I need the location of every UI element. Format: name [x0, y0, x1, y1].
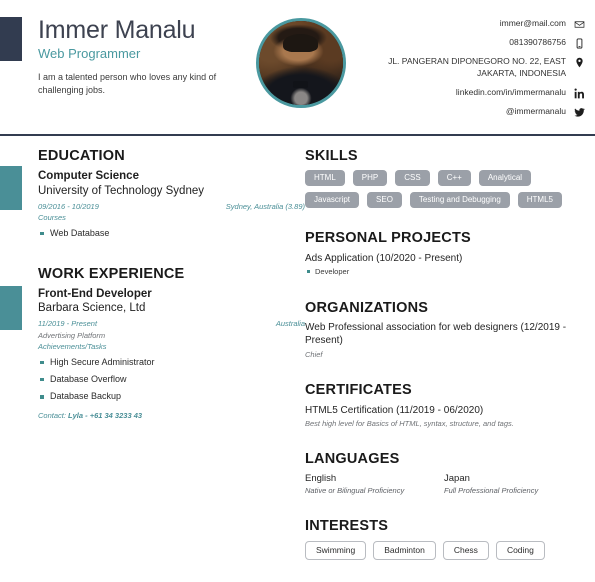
job-title: Web Programmer [38, 46, 141, 61]
section-personal-projects: PERSONAL PROJECTS Ads Application (10/20… [305, 230, 583, 277]
skill-chip: Analytical [478, 170, 532, 187]
contact-address-text: JL. PANGERAN DIPONEGORO NO. 22, EAST JAK… [388, 56, 566, 78]
resume-page: Immer Manalu Web Programmer I am a talen… [0, 0, 595, 582]
page-title: Immer Manalu [38, 16, 196, 44]
linkedin-icon[interactable] [574, 88, 585, 99]
contact-item-twitter[interactable]: @immermanalu [360, 106, 585, 118]
work-contact-value: Lyla - +61 34 3233 43 [68, 411, 143, 421]
work-company: Barbara Science, Ltd [38, 302, 146, 315]
work-achievements-label: Achievements/Tasks [38, 342, 107, 352]
language-name: Japan [444, 472, 470, 484]
list-item: Database Overflow [38, 371, 305, 388]
interest-chip: Swimming [305, 541, 367, 560]
education-degree: Computer Science [38, 170, 139, 183]
education-dates: 09/2016 - 10/2019 [38, 201, 99, 211]
education-accent-block [0, 166, 22, 210]
list-item: Database Backup [38, 388, 305, 405]
contact-twitter-text: @immermanalu [505, 105, 566, 116]
list-item: Developer [305, 266, 583, 277]
language-name: English [305, 472, 337, 484]
language-level: Native or Bilingual Proficiency [305, 485, 405, 495]
project-roles-list: Developer [305, 266, 583, 277]
section-organizations: ORGANIZATIONS Web Professional associati… [305, 300, 583, 361]
skills-chip-list: HTML PHP CSS C++ Analytical Javascript S… [305, 170, 583, 209]
certificate-description: Best high level for Basics of HTML, synt… [305, 419, 514, 429]
certificates-heading: CERTIFICATES [305, 382, 412, 399]
organization-role: Chief [305, 349, 323, 359]
left-column: EDUCATION Computer Science University of… [0, 148, 305, 574]
section-interests: INTERESTS Swimming Badminton Chess Codin… [305, 518, 583, 560]
contact-item-phone: 081390786756 [360, 37, 585, 49]
avatar [256, 18, 346, 108]
section-work-experience: WORK EXPERIENCE Front-End Developer Barb… [38, 266, 305, 420]
location-icon [574, 57, 585, 68]
contact-item-email: immer@mail.com [360, 18, 585, 30]
projects-heading: PERSONAL PROJECTS [305, 230, 471, 247]
contact-phone-text: 081390786756 [509, 37, 566, 47]
work-achievements-list: High Secure Administrator Database Overf… [38, 354, 305, 405]
organization-name: Web Professional association for web des… [305, 321, 567, 347]
work-accent-block [0, 286, 22, 330]
list-item: High Secure Administrator [38, 354, 305, 371]
section-skills: SKILLS HTML PHP CSS C++ Analytical Javas… [305, 148, 583, 209]
skill-chip: HTML5 [517, 192, 562, 209]
resume-body: EDUCATION Computer Science University of… [0, 136, 595, 574]
language-item: English Native or Bilingual Proficiency [305, 473, 444, 496]
header-identity: Immer Manalu Web Programmer I am a talen… [38, 16, 253, 97]
education-meta: 09/2016 - 10/2019 Sydney, Australia (3.8… [38, 201, 305, 212]
skill-chip: Testing and Debugging [409, 192, 510, 209]
list-item: Web Database [38, 225, 305, 242]
avatar-photo [259, 21, 343, 105]
contact-item-linkedin[interactable]: linkedin.com/in/immermanalu [360, 87, 585, 99]
interests-heading: INTERESTS [305, 518, 389, 535]
organizations-heading: ORGANIZATIONS [305, 299, 429, 316]
section-education: EDUCATION Computer Science University of… [38, 148, 305, 242]
right-column: SKILLS HTML PHP CSS C++ Analytical Javas… [305, 148, 595, 574]
skill-chip: PHP [352, 170, 388, 187]
section-certificates: CERTIFICATES HTML5 Certification (11/201… [305, 382, 583, 429]
avatar-bowtie [293, 81, 308, 89]
resume-header: Immer Manalu Web Programmer I am a talen… [0, 0, 595, 136]
languages-heading: LANGUAGES [305, 451, 400, 468]
skill-chip: C++ [437, 170, 471, 187]
education-location: Sydney, Australia (3.89) [225, 201, 305, 211]
work-position: Front-End Developer [38, 288, 152, 301]
certificate-name: HTML5 Certification (11/2019 - 06/2020) [305, 404, 484, 416]
education-heading: EDUCATION [38, 148, 125, 164]
skill-chip: Javascript [305, 192, 360, 209]
language-level: Full Professional Proficiency [444, 485, 539, 495]
contact-linkedin-text: linkedin.com/in/immermanalu [455, 86, 566, 97]
work-location: Australia [275, 319, 305, 329]
education-courses-list: Web Database [38, 225, 305, 242]
phone-icon [574, 38, 585, 49]
twitter-icon[interactable] [574, 107, 585, 118]
skill-chip: CSS [395, 170, 430, 187]
work-contact-label: Contact: [38, 411, 66, 421]
contact-email-text: immer@mail.com [499, 18, 566, 28]
mail-icon [574, 19, 585, 30]
project-name: Ads Application (10/2020 - Present) [305, 252, 463, 264]
work-dates: 11/2019 - Present [38, 319, 98, 329]
contact-list: immer@mail.com 081390786756 JL. PANGERAN… [360, 18, 585, 125]
work-meta: 11/2019 - Present Australia [38, 318, 305, 329]
avatar-face [285, 39, 315, 76]
skill-chip: HTML [305, 170, 345, 187]
interest-chip: Chess [442, 541, 489, 560]
interest-chip: Badminton [373, 541, 436, 560]
education-school: University of Technology Sydney [38, 184, 204, 197]
section-languages: LANGUAGES English Native or Bilingual Pr… [305, 451, 583, 496]
work-department: Advertising Platform [38, 330, 106, 340]
interest-chip: Coding [495, 541, 545, 560]
language-item: Japan Full Professional Proficiency [444, 473, 583, 496]
interests-chip-list: Swimming Badminton Chess Coding [305, 541, 583, 560]
header-accent-block [0, 17, 22, 61]
education-courses-label: Courses [38, 212, 66, 222]
skills-heading: SKILLS [305, 148, 358, 164]
skill-chip: SEO [367, 192, 402, 209]
profile-summary: I am a talented person who loves any kin… [38, 71, 217, 95]
work-heading: WORK EXPERIENCE [38, 265, 185, 282]
contact-item-address: JL. PANGERAN DIPONEGORO NO. 22, EAST JAK… [360, 56, 585, 80]
work-contact-note: Contact: Lyla - +61 34 3233 43 [38, 411, 305, 420]
languages-grid: English Native or Bilingual Proficiency … [305, 473, 583, 496]
